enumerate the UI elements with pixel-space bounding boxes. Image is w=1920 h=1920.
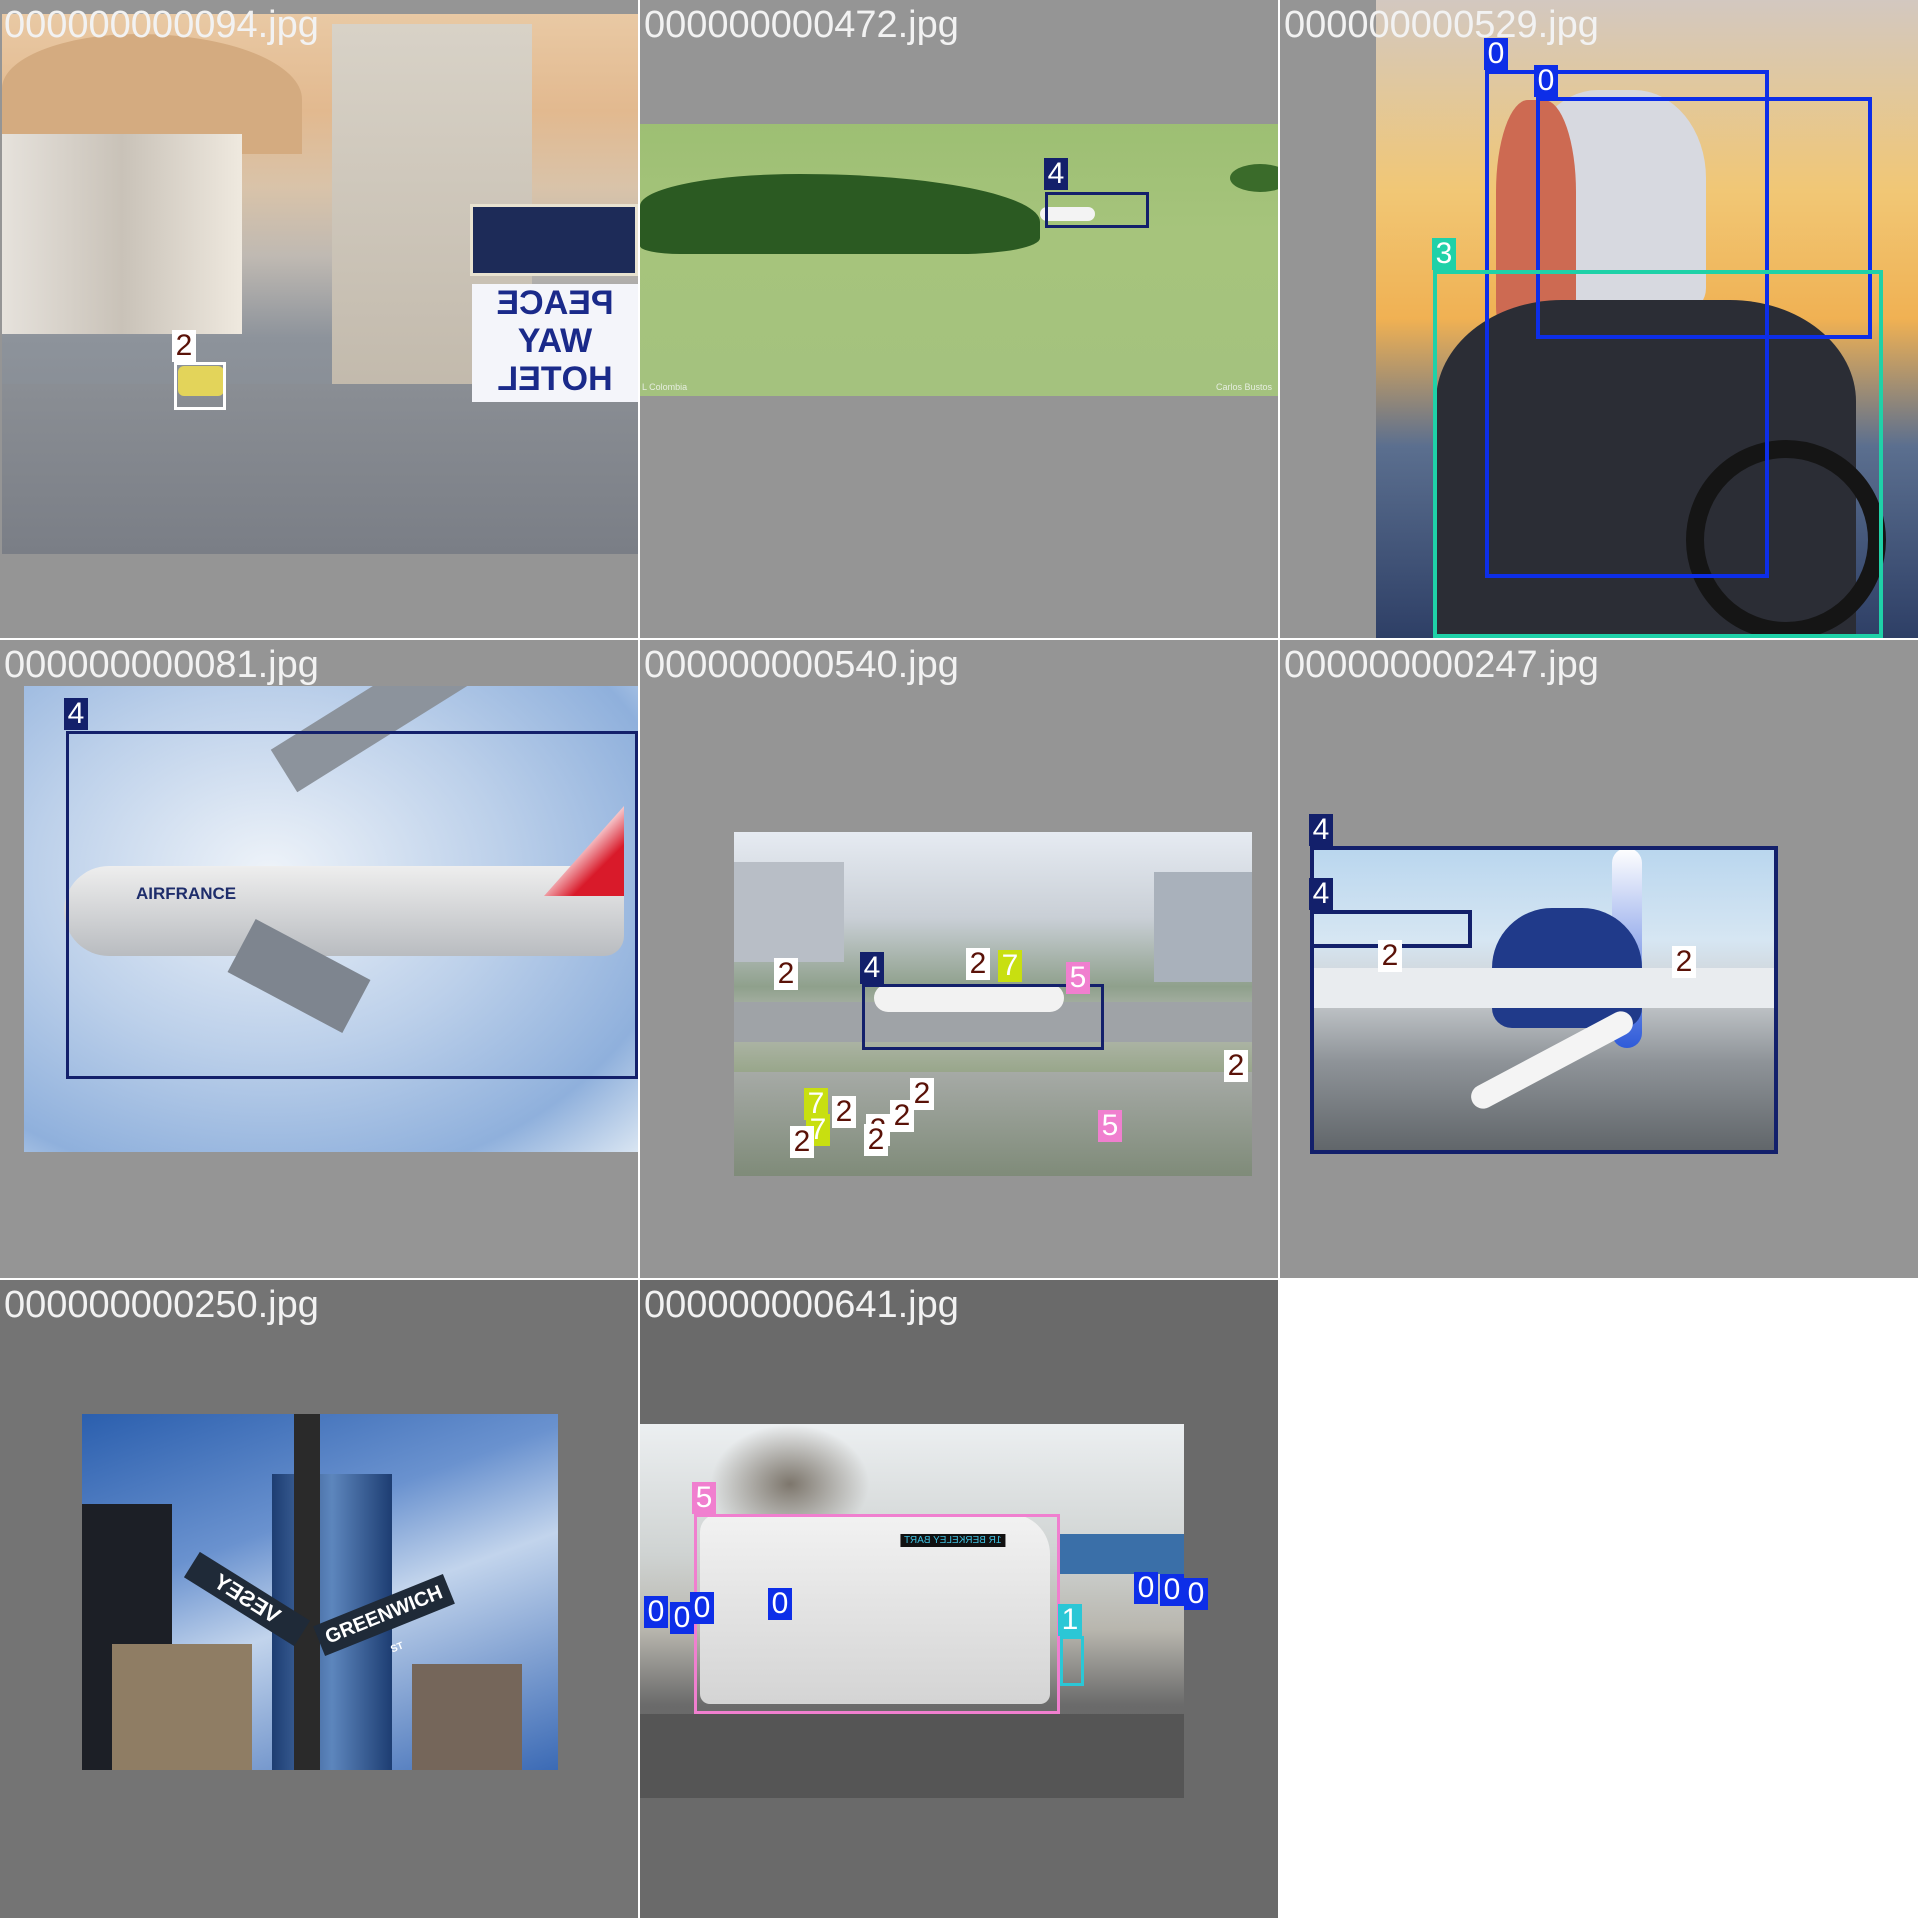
detection-box[interactable]: [1045, 192, 1149, 228]
filename-label: 000000000247.jpg: [1284, 644, 1599, 686]
detection-box[interactable]: [1310, 846, 1778, 1154]
hotel-sign-line: PEACE: [496, 284, 614, 322]
detection-label: 4: [1309, 814, 1333, 846]
hotel-sign: PEACE WAY HOTEL: [472, 284, 638, 402]
hotel-sign-board: [470, 204, 638, 276]
detection-label: 0: [768, 1588, 792, 1620]
building-tan: [112, 1644, 252, 1770]
detection-label: 2: [966, 948, 990, 980]
island: [1230, 164, 1278, 192]
detection-box[interactable]: [66, 731, 638, 1079]
detection-label: 0: [1134, 1572, 1158, 1604]
filename-label: 000000000250.jpg: [4, 1284, 319, 1326]
detection-label: 2: [790, 1126, 814, 1158]
sign-pole: [294, 1414, 320, 1770]
road: [2, 384, 638, 554]
grid-divider: [0, 1278, 1280, 1280]
filename-label: 000000000529.jpg: [1284, 4, 1599, 46]
watermark: Carlos Bustos: [1215, 382, 1272, 392]
detection-label: 4: [64, 698, 88, 730]
grid-cell-641[interactable]: 1R BERKELEY BART 5 0 0 0 0 0 0 0 1 00000…: [640, 1280, 1278, 1918]
detection-label: 0: [644, 1596, 668, 1628]
detection-label: 0: [1160, 1574, 1184, 1606]
grid-cell-247[interactable]: 4 4 2 2 000000000247.jpg: [1280, 640, 1918, 1278]
detection-label: 3: [1432, 238, 1456, 270]
hotel-sign-line: WAY: [517, 322, 593, 360]
street-photo: PEACE WAY HOTEL: [2, 14, 638, 554]
detection-box[interactable]: [694, 1514, 1060, 1714]
detection-label: 5: [692, 1482, 716, 1514]
grid-cell-81[interactable]: AIRFRANCE 4 000000000081.jpg: [0, 640, 638, 1278]
detection-label: 2: [1672, 946, 1696, 978]
filename-label: 000000000094.jpg: [4, 4, 319, 46]
detection-label: 0: [690, 1592, 714, 1624]
grid-divider: [0, 638, 1920, 640]
detection-label: 2: [1378, 940, 1402, 972]
grid-divider: [1278, 0, 1280, 1280]
detection-label: 2: [890, 1100, 914, 1132]
grid-cell-94[interactable]: PEACE WAY HOTEL 2 000000000094.jpg: [0, 0, 638, 638]
detection-label: 5: [1098, 1110, 1122, 1142]
building-block: [2, 134, 242, 334]
awning: [1060, 1534, 1184, 1574]
grid-cell-540[interactable]: 4 2 2 7 5 2 2 2 2 2 7 7 2 2 5 0000000005…: [640, 640, 1278, 1278]
island: [640, 174, 1040, 254]
grid-cell-250[interactable]: VESEY GREENWICH ST 000000000250.jpg: [0, 1280, 638, 1918]
filename-label: 000000000081.jpg: [4, 644, 319, 686]
grid-divider: [638, 0, 640, 1920]
detection-box[interactable]: [1060, 1636, 1084, 1686]
detection-label: 0: [1534, 65, 1558, 97]
lake-photo: L Colombia Carlos Bustos: [640, 124, 1278, 396]
grid-cell-529[interactable]: 0 0 3 000000000529.jpg: [1280, 0, 1918, 638]
filename-label: 000000000641.jpg: [644, 1284, 959, 1326]
road: [640, 1714, 1184, 1798]
detection-label: 2: [172, 330, 196, 362]
detection-label: 5: [1066, 962, 1090, 994]
detection-label: 2: [864, 1124, 888, 1156]
street-sign-photo: VESEY GREENWICH ST: [82, 1414, 558, 1770]
detection-label: 7: [998, 950, 1022, 982]
grid-cell-472[interactable]: L Colombia Carlos Bustos 4 000000000472.…: [640, 0, 1278, 638]
filename-label: 000000000540.jpg: [644, 644, 959, 686]
detection-box[interactable]: [1433, 270, 1883, 638]
detection-label: 4: [1309, 878, 1333, 910]
building-block: [1154, 872, 1252, 982]
detection-label: 2: [832, 1096, 856, 1128]
detection-label: 2: [1224, 1050, 1248, 1082]
hotel-sign-line: HOTEL: [497, 360, 613, 398]
building-tan: [412, 1664, 522, 1770]
building-block: [734, 862, 844, 962]
detection-label: 2: [774, 958, 798, 990]
detection-label: 1: [1058, 1604, 1082, 1636]
detection-label: 0: [1184, 1578, 1208, 1610]
filename-label: 000000000472.jpg: [644, 4, 959, 46]
detection-label: 4: [1044, 158, 1068, 190]
watermark: L Colombia: [642, 382, 688, 392]
sign-suffix: ST: [389, 1640, 406, 1656]
detection-box[interactable]: [174, 362, 226, 410]
detection-label: 4: [860, 952, 884, 984]
